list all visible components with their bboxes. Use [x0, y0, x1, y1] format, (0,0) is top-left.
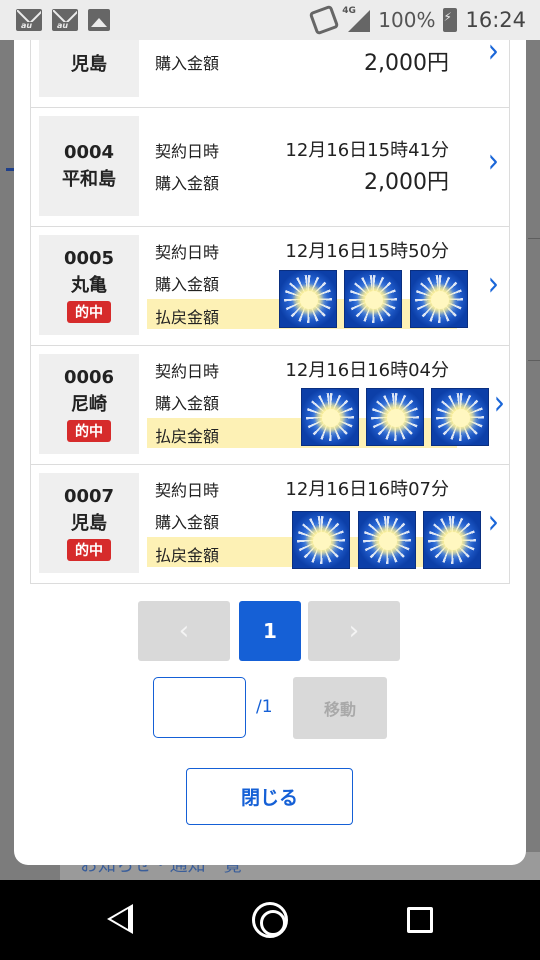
purchase-amount-label: 購入金額 — [155, 275, 220, 294]
firework-effect-icon — [423, 511, 481, 569]
race-number: 0006 — [63, 366, 115, 388]
firework-effect-icon — [344, 270, 402, 328]
race-info-box: 0004 平和島 — [39, 116, 139, 216]
background-divider — [528, 238, 540, 239]
race-info-box: 0007 児島 的中 — [39, 473, 139, 573]
battery-charging-icon — [443, 8, 458, 32]
purchase-amount-label: 購入金額 — [155, 513, 220, 532]
ticket-row[interactable]: 0006 尼崎 的中 契約日時 12月16日16時04分 購入金額 払戻金額 › — [31, 346, 509, 465]
home-icon[interactable] — [252, 902, 288, 938]
mail-au-icon: au — [16, 9, 42, 31]
venue-name: 児島 — [71, 512, 107, 534]
prev-page-button[interactable]: ‹ — [138, 601, 230, 661]
chevron-right-icon[interactable]: › — [488, 502, 499, 542]
purchase-history-modal: 児島 購入金額 2,000円 › 0004 平和島 契約日時 12月16日15時… — [14, 40, 526, 865]
chevron-right-icon[interactable]: › — [494, 383, 505, 423]
purchase-amount-label: 購入金額 — [155, 174, 220, 193]
chevron-right-icon[interactable]: › — [488, 40, 499, 70]
race-info-box: 0006 尼崎 的中 — [39, 354, 139, 454]
refund-amount-label: 払戻金額 — [155, 546, 220, 565]
chevron-right-icon[interactable]: › — [488, 141, 499, 181]
race-number: 0005 — [63, 247, 115, 269]
purchase-amount-label: 購入金額 — [155, 394, 220, 413]
contract-time-label: 契約日時 — [155, 362, 220, 381]
purchase-amount-label: 購入金額 — [155, 54, 220, 73]
move-button[interactable]: 移動 — [293, 677, 387, 739]
venue-name: 平和島 — [62, 168, 116, 190]
ticket-row[interactable]: 0004 平和島 契約日時 12月16日15時41分 購入金額 2,000円 › — [31, 108, 509, 227]
race-info-box: 児島 — [39, 40, 139, 97]
firework-effect-icon — [358, 511, 416, 569]
contract-time-label: 契約日時 — [155, 142, 220, 161]
chevron-right-icon[interactable]: › — [488, 264, 499, 304]
hit-badge: 的中 — [67, 538, 111, 561]
battery-percent: 100% — [378, 8, 436, 32]
race-number: 0004 — [63, 141, 115, 163]
refund-amount-label: 払戻金額 — [155, 427, 220, 446]
hit-badge: 的中 — [67, 419, 111, 442]
ticket-list: 児島 購入金額 2,000円 › 0004 平和島 契約日時 12月16日15時… — [30, 40, 510, 584]
venue-name: 児島 — [71, 53, 107, 75]
page-jump: /1 移動 — [14, 677, 526, 739]
venue-name: 丸亀 — [71, 274, 107, 296]
signal-4g-icon: 4G — [342, 6, 371, 32]
contract-time-label: 契約日時 — [155, 243, 220, 262]
contract-time-value: 12月16日16時07分 — [285, 479, 449, 500]
contract-time-label: 契約日時 — [155, 481, 220, 500]
firework-effect-icon — [431, 388, 489, 446]
pagination: ‹ 1 › — [14, 601, 526, 661]
purchase-amount-value: 2,000円 — [364, 170, 449, 195]
current-page-button[interactable]: 1 — [239, 601, 301, 661]
contract-time-value: 12月16日15時41分 — [285, 140, 449, 161]
firework-effect-icon — [410, 270, 468, 328]
venue-name: 尼崎 — [71, 393, 107, 415]
contract-time-value: 12月16日16時04分 — [285, 360, 449, 381]
status-bar: au au 4G 100% 16:24 — [0, 0, 540, 40]
close-button[interactable]: 閉じる — [186, 768, 353, 825]
refund-amount-label: 払戻金額 — [155, 308, 220, 327]
firework-effect-icon — [366, 388, 424, 446]
ticket-row[interactable]: 児島 購入金額 2,000円 › — [31, 40, 509, 108]
hit-badge: 的中 — [67, 300, 111, 323]
firework-effect-icon — [301, 388, 359, 446]
android-nav-bar — [0, 880, 540, 960]
race-info-box: 0005 丸亀 的中 — [39, 235, 139, 335]
ticket-row[interactable]: 0007 児島 的中 契約日時 12月16日16時07分 購入金額 払戻金額 › — [31, 465, 509, 584]
firework-effect-icon — [279, 270, 337, 328]
image-icon — [88, 9, 110, 31]
clock: 16:24 — [465, 8, 526, 32]
total-pages: /1 — [256, 697, 273, 717]
race-number: 0007 — [63, 485, 115, 507]
mail-au-icon: au — [52, 9, 78, 31]
recent-apps-icon[interactable] — [407, 907, 433, 933]
firework-effect-icon — [292, 511, 350, 569]
page-number-input[interactable] — [153, 677, 246, 738]
contract-time-value: 12月16日15時50分 — [285, 241, 449, 262]
ticket-row[interactable]: 0005 丸亀 的中 契約日時 12月16日15時50分 購入金額 払戻金額 › — [31, 227, 509, 346]
next-page-button[interactable]: › — [308, 601, 400, 661]
purchase-amount-value: 2,000円 — [364, 51, 449, 76]
background-divider — [528, 360, 540, 361]
nfc-icon — [308, 4, 340, 36]
background-page-accent — [6, 168, 14, 171]
back-icon[interactable] — [107, 904, 133, 934]
